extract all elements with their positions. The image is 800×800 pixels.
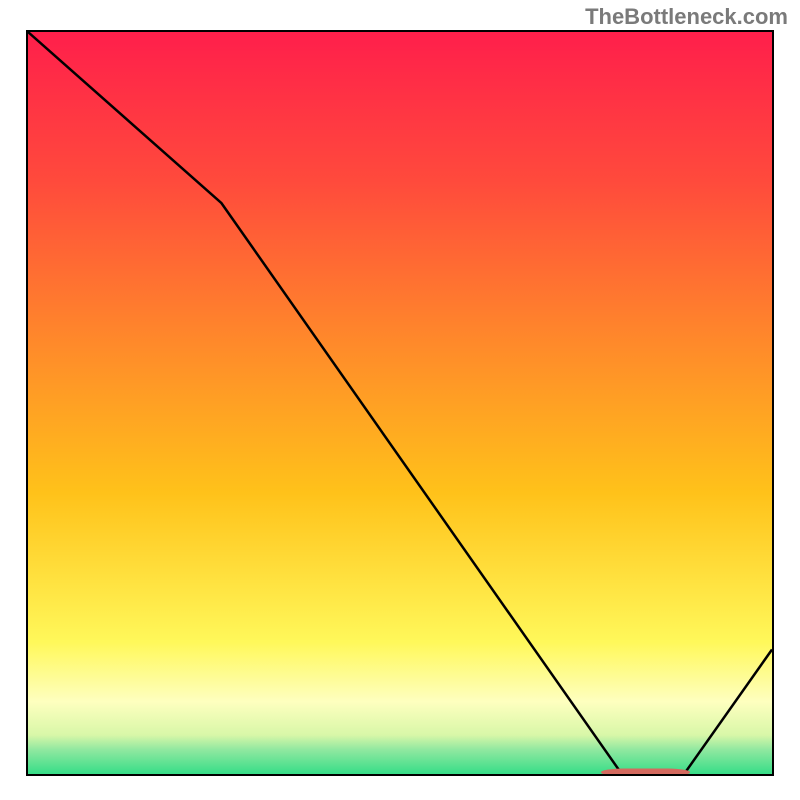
plot-area [26,30,774,776]
watermark-text: TheBottleneck.com [585,4,788,30]
chart-canvas: TheBottleneck.com [0,0,800,800]
valley-marker [28,32,772,776]
